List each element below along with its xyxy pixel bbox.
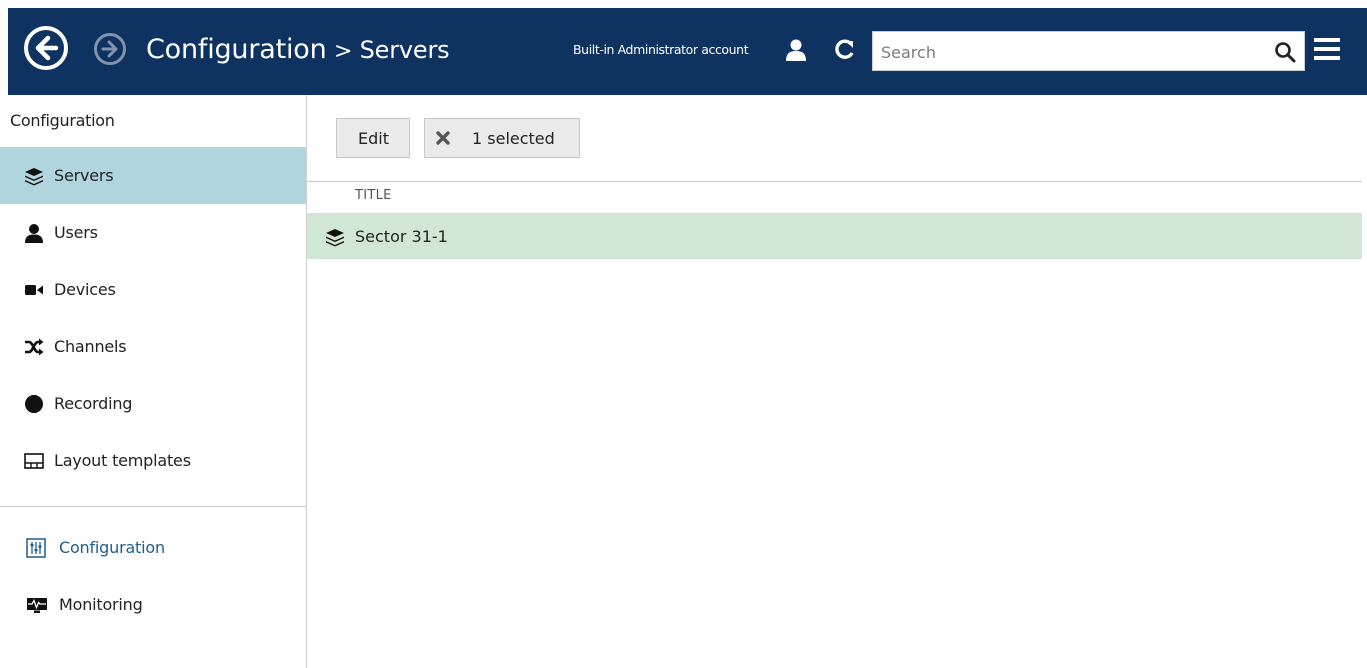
sidebar-item-devices[interactable]: Devices <box>0 261 306 318</box>
sidebar-item-label: Servers <box>54 166 114 185</box>
sidebar-item-label: Users <box>54 223 98 242</box>
search-icon[interactable] <box>1274 41 1296 63</box>
mode-label: Monitoring <box>59 595 143 614</box>
refresh-icon[interactable] <box>834 38 856 60</box>
user-icon <box>25 224 43 243</box>
camera-icon <box>25 285 43 295</box>
selected-count-label: 1 selected <box>472 129 555 148</box>
user-icon[interactable] <box>784 38 808 62</box>
servers-icon <box>25 168 43 186</box>
sidebar-item-label: Layout templates <box>54 451 191 470</box>
table-divider <box>307 181 1362 182</box>
breadcrumb-separator: > <box>333 39 353 64</box>
sidebar-item-label: Channels <box>54 337 127 356</box>
account-label[interactable]: Built-in Administrator account <box>573 42 749 57</box>
breadcrumb-current: Servers <box>359 36 450 64</box>
search-input[interactable] <box>879 38 1263 66</box>
sliders-icon <box>26 538 46 558</box>
sidebar-item-layout-templates[interactable]: Layout templates <box>0 432 306 489</box>
mode-label: Configuration <box>59 538 165 557</box>
mode-configuration[interactable]: Configuration <box>0 519 306 576</box>
layout-icon <box>24 453 44 469</box>
hamburger-menu-icon[interactable] <box>1314 38 1340 62</box>
arrow-right-icon <box>101 40 118 58</box>
page-title: Configuration > Servers <box>146 34 450 65</box>
table-row[interactable]: Sector 31-1 <box>307 213 1362 259</box>
sidebar-heading: Configuration <box>10 111 115 130</box>
close-icon <box>436 131 450 145</box>
sidebar-item-channels[interactable]: Channels <box>0 318 306 375</box>
arrow-left-icon <box>35 35 59 61</box>
sidebar-item-servers[interactable]: Servers <box>0 147 306 204</box>
sidebar: Configuration Servers Users Devices Chan… <box>0 95 307 668</box>
forward-button[interactable] <box>94 33 126 65</box>
sidebar-divider <box>0 506 306 507</box>
monitoring-icon <box>27 598 47 613</box>
shuffle-icon <box>25 338 44 356</box>
servers-icon <box>326 229 344 247</box>
edit-button-label: Edit <box>358 129 389 148</box>
edit-button[interactable]: Edit <box>336 118 410 158</box>
sidebar-item-label: Devices <box>54 280 116 299</box>
row-title: Sector 31-1 <box>355 227 448 246</box>
record-icon <box>25 395 43 413</box>
sidebar-item-label: Recording <box>54 394 133 413</box>
sidebar-item-users[interactable]: Users <box>0 204 306 261</box>
mode-monitoring[interactable]: Monitoring <box>0 576 306 633</box>
back-button[interactable] <box>24 26 68 70</box>
breadcrumb-root[interactable]: Configuration <box>146 34 327 65</box>
sidebar-item-recording[interactable]: Recording <box>0 375 306 432</box>
column-header-title[interactable]: TITLE <box>355 188 392 203</box>
clear-selection-button[interactable]: 1 selected <box>424 118 580 158</box>
top-bar: Configuration > Servers Built-in Adminis… <box>8 8 1367 95</box>
search-box[interactable] <box>872 31 1305 71</box>
